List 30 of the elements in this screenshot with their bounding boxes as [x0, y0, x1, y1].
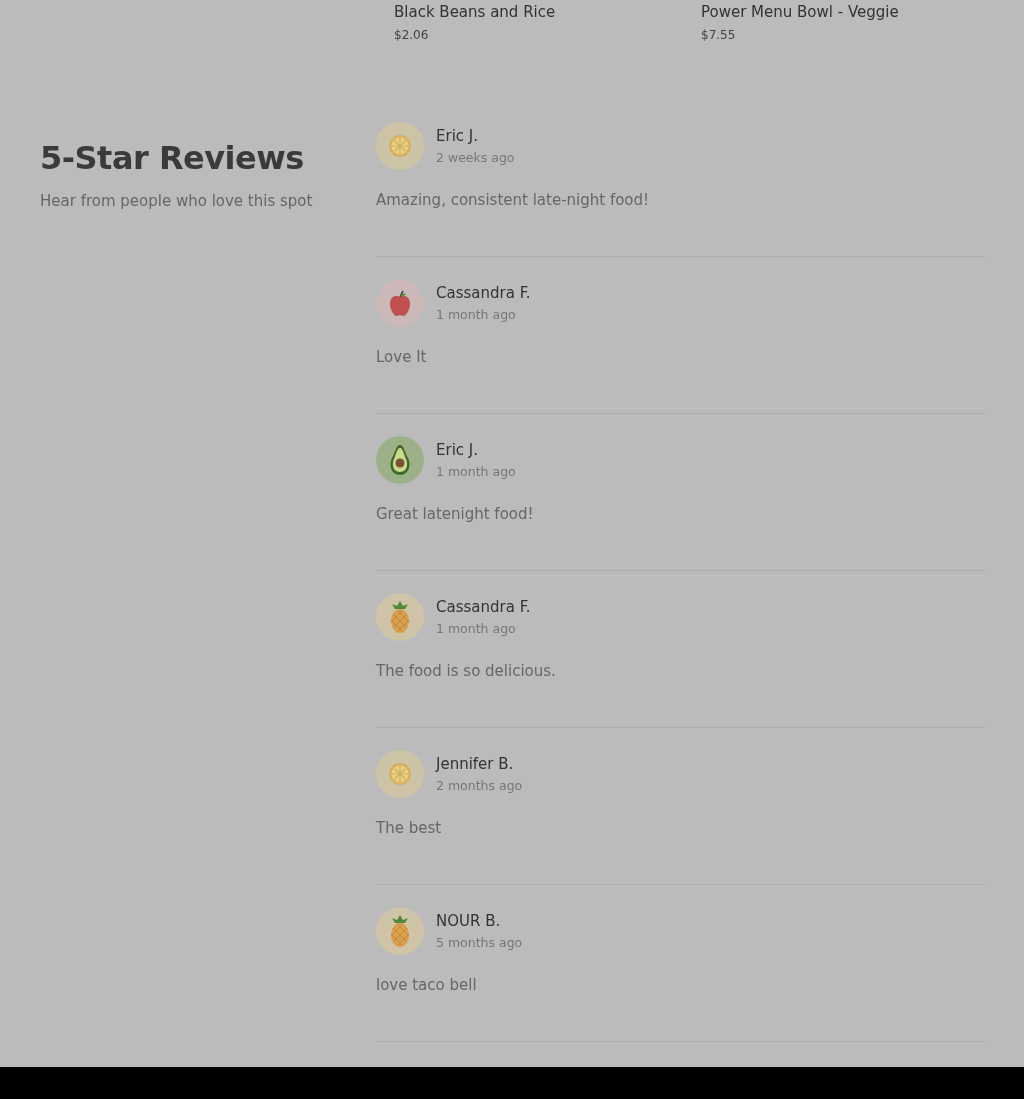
review-time: 1 month ago — [436, 306, 517, 324]
reviewer-name: Eric J. — [436, 126, 480, 147]
pineapple-icon — [389, 914, 411, 948]
citrus-slice-icon — [388, 134, 412, 158]
review-text: Love It — [376, 347, 428, 368]
review-text: The food is so delicious. — [376, 661, 557, 682]
menu-item-name[interactable]: Power Menu Bowl - Veggie — [701, 0, 1008, 24]
review-text: Great latenight food! — [376, 504, 535, 525]
menu-item-price: $2.06 — [394, 27, 430, 44]
section-title: 5-Star Reviews — [40, 138, 305, 179]
menu-item-name[interactable]: Black Beans and Rice — [394, 0, 701, 24]
citrus-slice-icon — [388, 762, 412, 786]
review-time: 1 month ago — [436, 620, 517, 638]
reviewer-name: Cassandra F. — [436, 283, 531, 304]
review-time: 1 month ago — [436, 463, 516, 481]
review-time: 2 weeks ago — [436, 149, 515, 167]
reviewer-name: Eric J. — [436, 440, 480, 461]
reviewer-name: Cassandra F. — [436, 597, 531, 618]
reviewer-name: NOUR B. — [436, 911, 502, 932]
review-text: Amazing, consistent late-night food! — [376, 190, 651, 211]
review-time: 2 months ago — [436, 777, 523, 795]
menu-item-price: $7.55 — [701, 27, 737, 44]
avocado-icon — [389, 444, 411, 476]
section-subtitle: Hear from people who love this spot — [40, 192, 314, 210]
reviewer-name: Jennifer B. — [436, 754, 515, 775]
review-time: 5 months ago — [436, 934, 523, 952]
pineapple-icon — [389, 600, 411, 634]
apple-icon — [387, 289, 413, 317]
review-text: The best — [376, 818, 443, 839]
review-text: love taco bell — [376, 975, 478, 996]
